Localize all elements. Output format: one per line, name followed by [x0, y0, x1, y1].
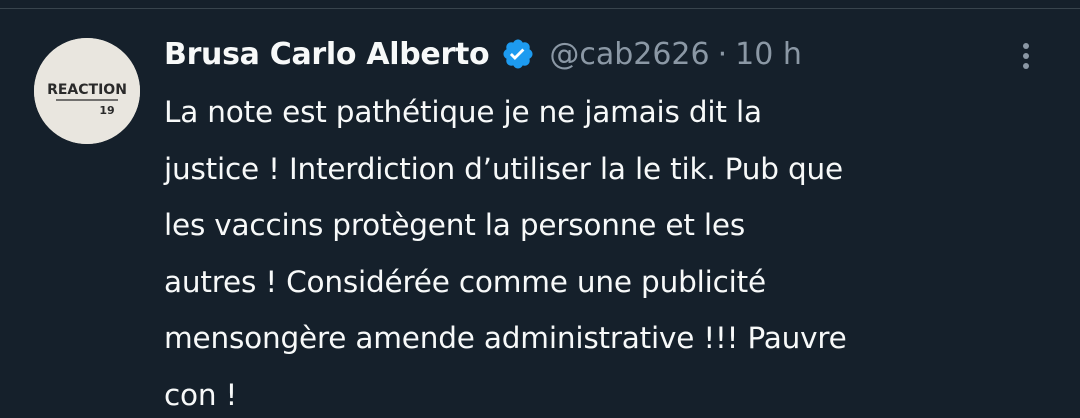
- tweet-text-line: La note est pathétique je ne jamais dit …: [164, 95, 762, 129]
- divider: [0, 8, 1080, 9]
- tweet-text-line: justice ! Interdiction d’utiliser la le …: [164, 151, 843, 186]
- more-vertical-icon[interactable]: [1008, 36, 1044, 76]
- display-name[interactable]: Brusa Carlo Alberto: [164, 37, 490, 72]
- avatar-logo: REACTION 19: [34, 38, 140, 144]
- tweet-card[interactable]: REACTION 19 Brusa Carlo Alberto @cab2626…: [0, 0, 1080, 418]
- tweet-text-line: les vaccins protègent la personne et les: [164, 208, 745, 242]
- tweet-text-line: con !: [164, 377, 238, 412]
- avatar-brand-subtext: 19: [99, 104, 114, 117]
- avatar[interactable]: REACTION 19: [34, 38, 140, 144]
- tweet-text-line: autres ! Considérée comme une publicité: [164, 264, 766, 299]
- tweet-header: Brusa Carlo Alberto @cab2626 · 10 h: [164, 28, 802, 80]
- avatar-brand-text: REACTION: [47, 82, 127, 98]
- meta-separator: ·: [717, 36, 728, 72]
- timestamp[interactable]: 10 h: [735, 37, 802, 72]
- user-handle[interactable]: @cab2626: [549, 37, 709, 72]
- tweet-body: La note est pathétique je ne jamais dit …: [164, 84, 1044, 418]
- tweet-text-line: mensongère amende administrative !!! Pau…: [164, 321, 847, 355]
- verified-badge-icon[interactable]: [501, 37, 535, 71]
